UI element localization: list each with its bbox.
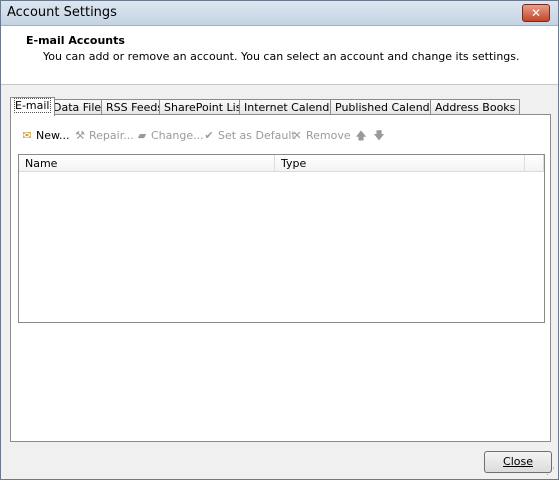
section-description: You can add or remove an account. You ca… <box>43 50 520 63</box>
account-list[interactable]: Name Type <box>18 154 545 323</box>
window-title: Account Settings <box>7 5 117 20</box>
arrow-up-icon: 🡅 <box>355 129 367 142</box>
close-button[interactable]: Close <box>484 451 552 473</box>
move-down-button[interactable]: 🡇 <box>372 127 388 145</box>
new-account-button[interactable]: ✉ New... <box>20 127 69 145</box>
remove-button[interactable]: ✕ Remove <box>290 127 350 145</box>
change-icon: ▰ <box>137 129 147 142</box>
checkmark-icon: ✔ <box>204 129 214 142</box>
change-button[interactable]: ▰ Change... <box>135 127 204 145</box>
new-account-icon: ✉ <box>22 129 32 142</box>
resize-grip-icon[interactable]: ⋰ <box>546 467 556 477</box>
title-bar: Account Settings ✕ <box>1 1 558 26</box>
email-tab-panel: ✉ New... ⚒ Repair... ▰ Change... ✔ Set as De… <box>10 114 551 442</box>
set-as-default-button[interactable]: ✔ Set as Default <box>202 127 295 145</box>
repair-button[interactable]: ⚒ Repair... <box>73 127 134 145</box>
column-header-filler <box>525 155 544 172</box>
column-header-type[interactable]: Type <box>275 155 525 172</box>
tab-email[interactable]: E-mail <box>10 97 55 116</box>
window-close-button[interactable]: ✕ <box>522 4 550 22</box>
tab-address-books[interactable]: Address Books <box>430 99 521 115</box>
repair-tools-icon: ⚒ <box>75 129 85 142</box>
dialog-header: E-mail Accounts You can add or remove an… <box>1 26 558 85</box>
account-settings-dialog: Account Settings ✕ E-mail Accounts You c… <box>0 0 559 480</box>
move-up-button[interactable]: 🡅 <box>354 127 370 145</box>
column-header-name[interactable]: Name <box>19 155 275 172</box>
arrow-down-icon: 🡇 <box>373 129 385 142</box>
section-title: E-mail Accounts <box>26 34 125 47</box>
remove-x-icon: ✕ <box>292 129 302 142</box>
